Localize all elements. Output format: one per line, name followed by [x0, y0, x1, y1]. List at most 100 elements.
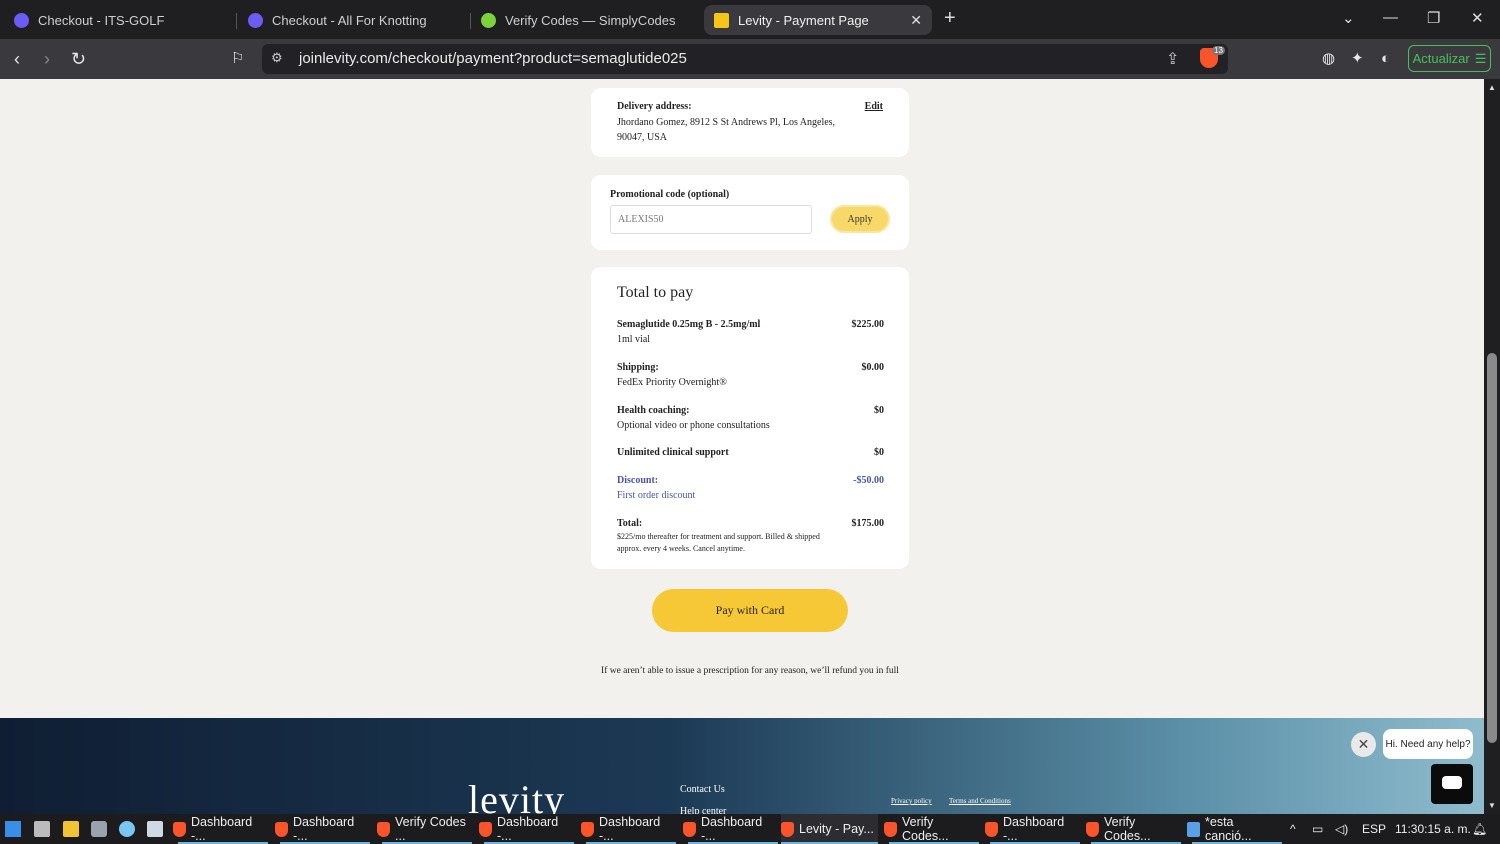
volume-icon[interactable]: ◁): [1335, 822, 1348, 836]
apply-promo-button[interactable]: Apply: [830, 205, 890, 233]
taskbar-item-active[interactable]: Levity - Pay...: [781, 814, 878, 844]
taskbar-item-label: Dashboard -...: [1003, 815, 1065, 843]
brave-icon: [683, 821, 696, 837]
tray-chevron-icon[interactable]: ^: [1290, 822, 1296, 836]
promo-code-card: Promotional code (optional) Apply: [591, 175, 909, 250]
taskbar-item[interactable]: Verify Codes...: [884, 814, 979, 844]
menu-icon: ☰: [1474, 50, 1487, 66]
camera-icon[interactable]: [91, 821, 107, 837]
shipping-amount: $0.00: [861, 362, 885, 373]
tab-title: Checkout - All For Knotting: [272, 12, 427, 28]
chat-close-button[interactable]: ✕: [1351, 732, 1376, 757]
taskbar-item[interactable]: Dashboard -...: [275, 814, 370, 844]
taskbar-item[interactable]: Dashboard -...: [683, 814, 778, 844]
tab-separator: [470, 13, 471, 29]
levity-logo[interactable]: levity: [468, 776, 565, 814]
brave-icon: [985, 821, 998, 837]
shields-count-badge: 13: [1212, 46, 1225, 55]
wallet-icon[interactable]: ◍: [1322, 49, 1335, 69]
delivery-address-text: Jhordano Gomez, 8912 S St Andrews Pl, Lo…: [617, 117, 836, 143]
total-name: Total:: [617, 518, 643, 529]
privacy-policy-link[interactable]: Privacy policy: [891, 797, 932, 805]
restore-icon[interactable]: ❐: [1427, 9, 1440, 27]
new-tab-button[interactable]: +: [944, 8, 956, 28]
total-to-pay-title: Total to pay: [617, 284, 694, 301]
browser-tab-strip: Checkout - ITS-GOLF Checkout - All For K…: [0, 0, 1500, 39]
brave-icon: [581, 821, 594, 837]
tab-checkout-all-for-knotting[interactable]: Checkout - All For Knotting: [248, 5, 471, 35]
chat-launcher-button[interactable]: [1431, 764, 1473, 804]
clock[interactable]: 11:30:15 a. m.: [1395, 822, 1471, 836]
tab-verify-codes[interactable]: Verify Codes — SimplyCodes: [481, 5, 696, 35]
tab-title: Checkout - ITS-GOLF: [38, 12, 165, 28]
scrollbar-thumb[interactable]: [1487, 353, 1497, 743]
start-icon[interactable]: [5, 821, 21, 837]
language-indicator[interactable]: ESP: [1362, 822, 1386, 836]
task-view-icon[interactable]: [34, 821, 50, 837]
brave-icon: [377, 821, 390, 837]
discount-sub: First order discount: [617, 490, 696, 501]
taskbar-item-label: Verify Codes...: [902, 815, 949, 843]
address-bar[interactable]: ⚙ joinlevity.com/checkout/payment?produc…: [262, 44, 1228, 74]
tab-levity-payment-page[interactable]: Levity - Payment Page ✕: [704, 5, 932, 35]
reload-icon[interactable]: ↻: [71, 49, 86, 69]
pay-with-card-button[interactable]: Pay with Card: [652, 589, 848, 632]
shipping-name: Shipping:: [617, 362, 659, 373]
tab-search-chevron-icon[interactable]: ⌄: [1342, 9, 1355, 27]
taskbar-item[interactable]: *esta canció...: [1187, 814, 1282, 844]
close-window-icon[interactable]: ✕: [1471, 9, 1484, 27]
contact-us-link[interactable]: Contact Us: [680, 784, 725, 795]
taskbar-item[interactable]: Verify Codes...: [1086, 814, 1181, 844]
close-tab-icon[interactable]: ✕: [910, 12, 922, 29]
edit-address-link[interactable]: Edit: [865, 101, 883, 112]
update-button[interactable]: Actualizar ☰: [1408, 45, 1491, 72]
bookmark-icon[interactable]: ⚐: [231, 49, 244, 69]
line-item-product: Semaglutide 0.25mg B - 2.5mg/ml 1ml vial…: [617, 317, 884, 347]
help-center-link[interactable]: Help center: [680, 806, 726, 814]
calculator-icon[interactable]: [147, 821, 163, 837]
terms-link[interactable]: Terms and Conditions: [949, 797, 1011, 805]
brave-icon: [173, 821, 186, 837]
taskbar-item-label: Dashboard -...: [701, 815, 763, 843]
extensions-icon[interactable]: ✦: [1351, 49, 1364, 69]
page-viewport: Delivery address: Edit Jhordano Gomez, 8…: [0, 79, 1484, 814]
taskbar-item[interactable]: Dashboard -...: [581, 814, 676, 844]
tab-checkout-its-golf[interactable]: Checkout - ITS-GOLF: [14, 5, 237, 35]
refund-note: If we aren’t able to issue a prescriptio…: [601, 666, 899, 676]
promo-code-input[interactable]: [610, 205, 812, 234]
notifications-icon[interactable]: 🔔︎: [1472, 822, 1487, 836]
support-amount: $0: [874, 447, 884, 458]
coaching-amount: $0: [874, 405, 884, 416]
taskbar-item[interactable]: Verify Codes ...: [377, 814, 472, 844]
scroll-down-icon[interactable]: ▼: [1488, 801, 1496, 810]
leo-icon[interactable]: ◐: [1381, 49, 1390, 69]
brave-icon: [1086, 821, 1099, 837]
discount-name: Discount:: [617, 475, 659, 486]
chrome-icon[interactable]: [119, 821, 135, 837]
promo-code-label: Promotional code (optional): [610, 189, 730, 200]
back-icon[interactable]: ‹: [14, 49, 20, 69]
scroll-up-icon[interactable]: ▲: [1488, 83, 1496, 92]
line-item-support: Unlimited clinical support $0: [617, 445, 884, 460]
site-info-icon[interactable]: ⚙: [271, 50, 283, 66]
minimize-icon[interactable]: —: [1383, 9, 1398, 26]
forward-icon[interactable]: ›: [44, 49, 50, 69]
share-icon[interactable]: ⇪: [1166, 49, 1179, 69]
checkout-icon: [14, 12, 29, 28]
discount-amount: -$50.00: [853, 475, 884, 486]
page-scrollbar[interactable]: ▲ ▼: [1484, 79, 1500, 814]
file-explorer-icon[interactable]: [63, 821, 79, 837]
brave-icon: [479, 821, 492, 837]
url-text[interactable]: joinlevity.com/checkout/payment?product=…: [299, 50, 687, 67]
line-item-shipping: Shipping: FedEx Priority Overnight® $0.0…: [617, 360, 884, 390]
product-sub: 1ml vial: [617, 334, 651, 345]
taskbar-item-label: *esta canció...: [1205, 815, 1252, 843]
network-icon[interactable]: ▭: [1312, 822, 1323, 836]
chat-icon: [1442, 776, 1462, 789]
taskbar-item[interactable]: Dashboard -...: [173, 814, 268, 844]
taskbar-item[interactable]: Dashboard -...: [985, 814, 1080, 844]
brave-icon: [275, 821, 288, 837]
taskbar-item[interactable]: Dashboard -...: [479, 814, 574, 844]
chat-greeting-bubble[interactable]: Hi. Need any help?: [1383, 729, 1473, 759]
product-name: Semaglutide 0.25mg B - 2.5mg/ml: [617, 319, 761, 330]
